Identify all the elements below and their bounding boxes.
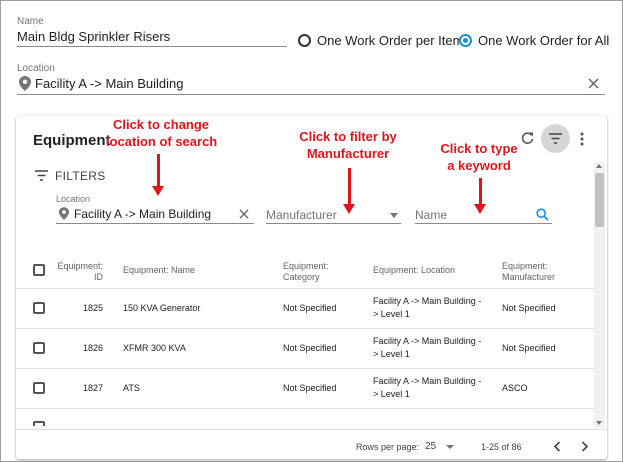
cell-id: 1826 bbox=[82, 343, 103, 353]
row-checkbox[interactable] bbox=[33, 382, 45, 394]
annotation-location: Click to change location of search bbox=[106, 116, 218, 150]
row-divider bbox=[16, 408, 594, 409]
annotation-location-line2: location of search bbox=[106, 134, 218, 149]
search-icon[interactable] bbox=[536, 208, 549, 221]
col-header-manufacturer[interactable]: Equipment: Manufacturer bbox=[502, 261, 555, 283]
name-input[interactable]: Main Bldg Sprinkler Risers bbox=[17, 29, 170, 44]
location-underline bbox=[17, 94, 605, 95]
radio-for-all-label[interactable]: One Work Order for All bbox=[478, 33, 609, 48]
col-header-category[interactable]: Equipment: Category bbox=[283, 261, 329, 283]
cell-location: Facility A -> Main Building - > Level 1 bbox=[373, 295, 481, 321]
manufacturer-dropdown-icon[interactable] bbox=[390, 213, 398, 218]
next-page-icon[interactable] bbox=[581, 441, 589, 452]
cell-location-line1: Facility A -> Main Building - bbox=[373, 296, 482, 306]
filter-location-underline bbox=[56, 223, 254, 224]
col-header-manufacturer-line1: Equipment: bbox=[502, 261, 548, 271]
radio-per-item-label[interactable]: One Work Order per Item bbox=[317, 33, 463, 48]
col-header-id-line1: Equipment: bbox=[57, 261, 103, 271]
more-vert-icon[interactable] bbox=[580, 132, 584, 146]
cell-name: ATS bbox=[123, 383, 140, 393]
arrow-keyword-shaft bbox=[479, 178, 482, 204]
col-header-category-line1: Equipment: bbox=[283, 261, 329, 271]
clear-filter-location-icon[interactable] bbox=[239, 209, 249, 219]
filter-location-pin-icon bbox=[59, 207, 69, 220]
cell-manufacturer: Not Specified bbox=[502, 303, 556, 313]
cell-location: Facility A -> Main Building - > Level 1 bbox=[373, 335, 481, 361]
filters-icon bbox=[35, 170, 48, 181]
cell-manufacturer: Not Specified bbox=[502, 343, 556, 353]
pagination-range: 1-25 of 86 bbox=[481, 442, 522, 452]
scroll-up-arrow[interactable] bbox=[596, 164, 602, 168]
cell-name: 150 KVA Generator bbox=[123, 303, 201, 313]
annotation-keyword-line1: Click to type bbox=[440, 141, 518, 156]
arrow-manufacturer-shaft bbox=[348, 168, 351, 204]
cell-manufacturer: ASCO bbox=[502, 383, 528, 393]
cell-location-line2: > Level 1 bbox=[373, 309, 410, 319]
location-input[interactable]: Facility A -> Main Building bbox=[35, 76, 183, 91]
col-header-category-line2: Category bbox=[283, 272, 320, 282]
arrow-location-head bbox=[152, 186, 164, 196]
cell-category: Not Specified bbox=[283, 383, 337, 393]
keyword-underline bbox=[415, 223, 552, 224]
annotation-manufacturer-line1: Click to filter by bbox=[299, 129, 397, 144]
cell-category: Not Specified bbox=[283, 303, 337, 313]
rows-per-page-select[interactable]: 25 bbox=[425, 441, 436, 452]
arrow-location-shaft bbox=[157, 154, 160, 186]
annotation-location-line1: Click to change bbox=[112, 117, 210, 132]
cell-id: 1827 bbox=[82, 383, 103, 393]
row-checkbox[interactable] bbox=[33, 342, 45, 354]
cell-category: Not Specified bbox=[283, 343, 337, 353]
cell-location: Facility A -> Main Building - > Level 1 bbox=[373, 375, 481, 401]
filter-toggle-button[interactable] bbox=[541, 124, 570, 153]
location-label: Location bbox=[17, 63, 55, 74]
radio-for-all[interactable] bbox=[459, 34, 472, 47]
select-all-checkbox[interactable] bbox=[33, 264, 45, 276]
col-header-location[interactable]: Equipment: Location bbox=[373, 265, 455, 276]
rows-per-page-dropdown-icon[interactable] bbox=[446, 445, 454, 449]
table-row[interactable]: 1826 XFMR 300 KVA Not Specified Facility… bbox=[16, 329, 594, 368]
name-label: Name bbox=[17, 16, 44, 27]
col-header-id-line2: ID bbox=[94, 272, 103, 282]
filters-label[interactable]: FILTERS bbox=[55, 169, 106, 183]
filter-list-icon bbox=[549, 133, 562, 144]
annotation-manufacturer: Click to filter by Manufacturer bbox=[288, 128, 408, 162]
previous-page-icon[interactable] bbox=[553, 441, 561, 452]
cell-location-line1: Facility A -> Main Building - bbox=[373, 376, 482, 386]
rows-per-page-label: Rows per page: bbox=[356, 442, 420, 452]
col-header-manufacturer-line2: Manufacturer bbox=[502, 272, 556, 282]
table-row[interactable]: 1827 ATS Not Specified Facility A -> Mai… bbox=[16, 369, 594, 408]
arrow-manufacturer-head bbox=[343, 204, 355, 214]
location-pin-icon bbox=[19, 76, 31, 91]
clear-location-icon[interactable] bbox=[588, 78, 599, 89]
col-header-id[interactable]: Equipment: ID bbox=[56, 261, 103, 283]
cell-location-line1: Facility A -> Main Building - bbox=[373, 336, 482, 346]
name-underline bbox=[17, 46, 287, 47]
manufacturer-select[interactable]: Manufacturer bbox=[266, 208, 337, 222]
cell-id: 1825 bbox=[82, 303, 103, 313]
keyword-input[interactable]: Name bbox=[415, 208, 447, 222]
equipment-card: Equipment FILTERS Location Facility A ->… bbox=[16, 116, 607, 459]
cell-location-line2: > Level 1 bbox=[373, 389, 410, 399]
row-checkbox[interactable] bbox=[33, 302, 45, 314]
annotation-keyword: Click to type a keyword bbox=[429, 140, 529, 174]
cell-name: XFMR 300 KVA bbox=[123, 343, 186, 353]
annotation-keyword-line2: a keyword bbox=[447, 158, 511, 173]
table-row[interactable]: 1825 150 KVA Generator Not Specified Fac… bbox=[16, 289, 594, 328]
col-header-name[interactable]: Equipment: Name bbox=[123, 265, 195, 276]
table-scrollbar-thumb[interactable] bbox=[595, 173, 604, 227]
scroll-down-arrow[interactable] bbox=[596, 421, 602, 425]
equipment-title: Equipment bbox=[33, 132, 111, 149]
manufacturer-underline bbox=[266, 223, 401, 224]
annotation-manufacturer-line2: Manufacturer bbox=[306, 146, 390, 161]
radio-per-item[interactable] bbox=[298, 34, 311, 47]
cell-location-line2: > Level 1 bbox=[373, 349, 410, 359]
filter-location-label: Location bbox=[56, 194, 91, 204]
filter-location-input[interactable]: Facility A -> Main Building bbox=[74, 207, 211, 221]
arrow-keyword-head bbox=[474, 204, 486, 214]
